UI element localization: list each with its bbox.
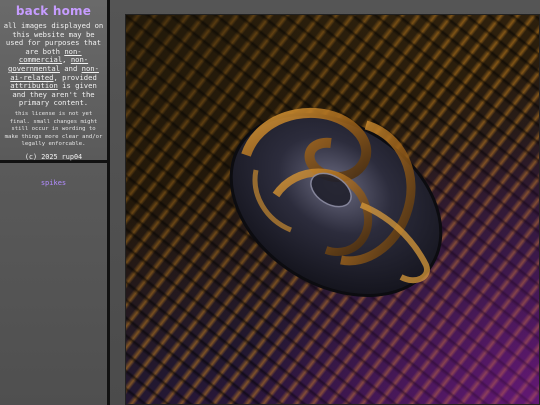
artwork-image — [125, 14, 540, 405]
fractal-swirl-graphic — [229, 107, 443, 297]
license-text: all images displayed on this website may… — [3, 21, 104, 108]
back-home-link[interactable]: back home — [0, 4, 107, 18]
license-note: this license is not yet final. small cha… — [4, 110, 103, 148]
license-panel: back home all images displayed on this w… — [0, 0, 107, 163]
gallery-nav: spikes — [0, 170, 107, 189]
nav-item-spikes[interactable]: spikes — [41, 179, 66, 187]
sidebar: back home all images displayed on this w… — [0, 0, 110, 405]
main-content — [110, 0, 540, 405]
copyright: (c) 2025 rup04 — [24, 152, 83, 161]
